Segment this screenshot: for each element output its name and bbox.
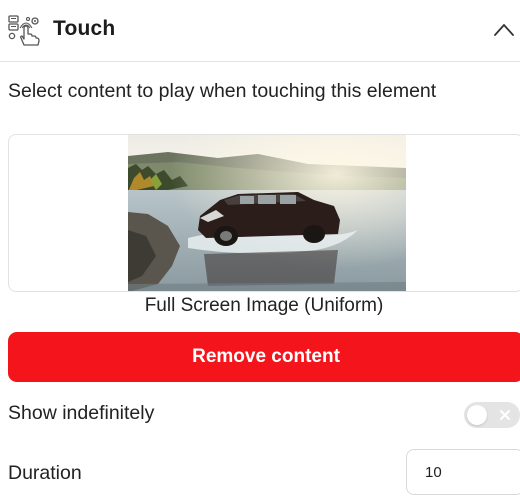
content-preview[interactable] [8,134,520,292]
section-title: Touch [53,17,116,40]
show-indefinitely-label: Show indefinitely [8,402,155,424]
show-indefinitely-toggle[interactable] [464,402,520,428]
touch-description: Select content to play when touching thi… [8,80,437,102]
remove-content-button[interactable]: Remove content [8,332,520,382]
duration-input[interactable] [406,449,520,495]
close-icon [500,410,510,420]
toggle-knob [467,405,487,425]
touch-settings-panel: Touch Select content to play when touchi… [0,0,520,500]
touch-gesture-icon [8,15,40,46]
content-thumbnail [128,135,406,291]
chevron-up-icon[interactable] [493,22,515,38]
touch-section-header[interactable]: Touch [0,0,520,62]
content-name: Full Screen Image (Uniform) [144,295,384,316]
duration-label: Duration [8,462,82,484]
